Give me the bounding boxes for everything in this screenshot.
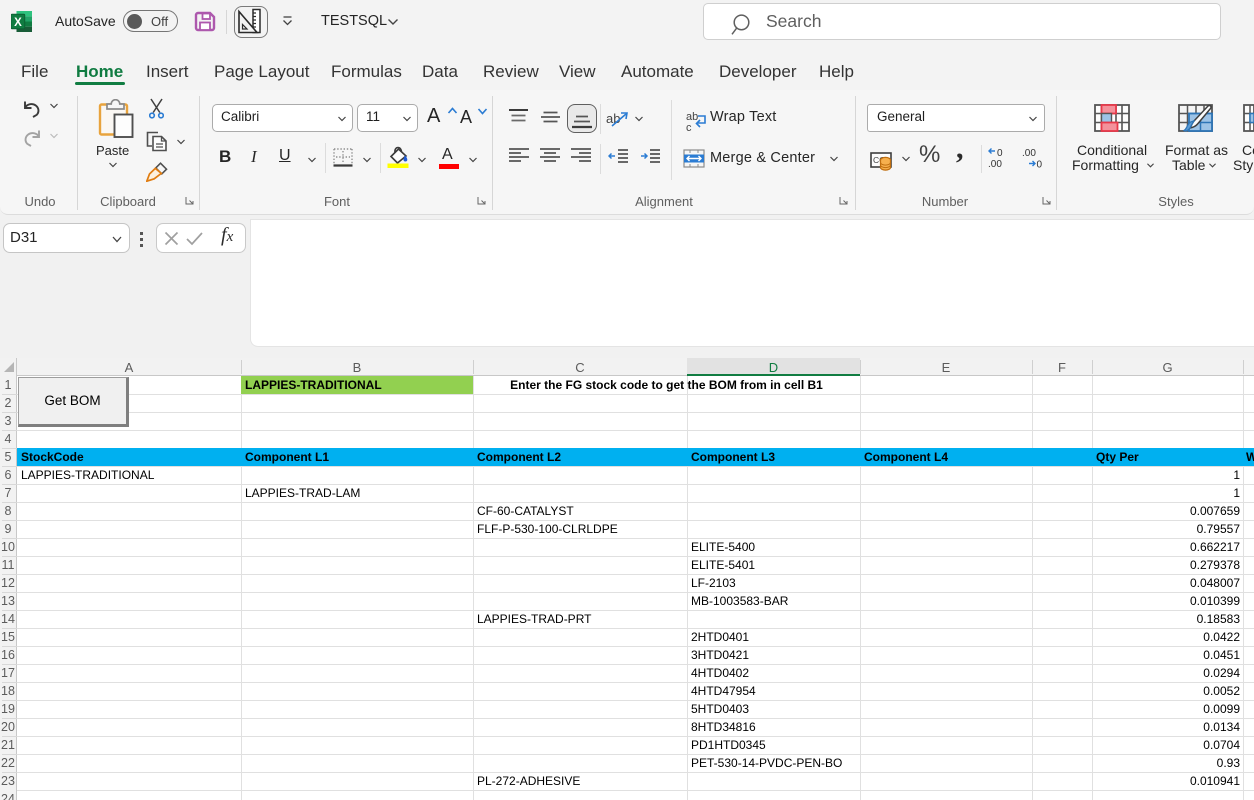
svg-text:X: X [14, 17, 22, 29]
svg-text:0: 0 [997, 148, 1003, 159]
svg-text:c: c [686, 122, 692, 132]
svg-text:.00: .00 [988, 159, 1002, 169]
svg-text:.00: .00 [1022, 148, 1036, 159]
svg-text:0: 0 [1037, 160, 1043, 170]
svg-text:ab: ab [606, 111, 620, 126]
